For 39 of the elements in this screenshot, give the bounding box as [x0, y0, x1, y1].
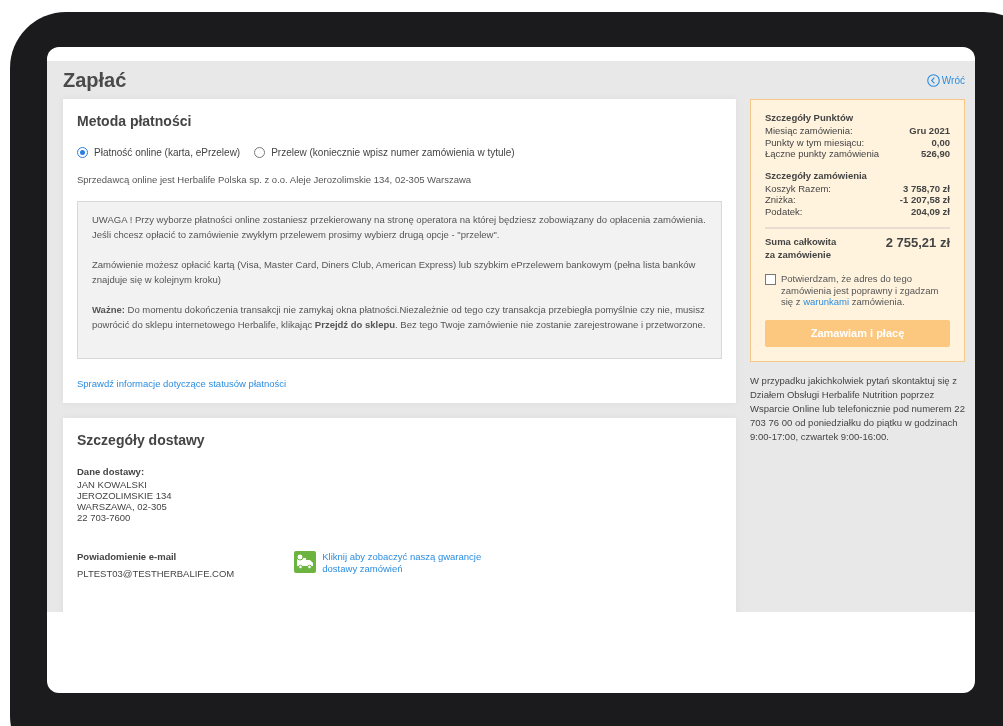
address-line: JAN KOWALSKI	[77, 479, 148, 490]
summary-heading: Szczegóły zamówienia	[765, 169, 868, 181]
summary-value: 204,09 zł	[910, 205, 950, 217]
address-line: 22 703-7600	[77, 512, 132, 523]
truck-icon	[294, 551, 317, 573]
notice-paragraph: Zamówienie możesz opłacić kartą (Visa, Master Card, Diners Club, American Express) lub szybkim ePrzelewem bankowym (pełna lista banków znajduje się w kolejnym kroku)	[92, 258, 697, 287]
summary-label: Łączne punkty zamówienia	[765, 148, 880, 160]
seller-info: Sprzedawcą online jest Herbalife Polska sp. z o.o. Aleje Jerozolimskie 134, 02-305 Warszawa	[77, 174, 473, 185]
back-link[interactable]: Wróć	[926, 73, 965, 87]
address-label: Dane dostawy:	[77, 466, 146, 477]
address-line: WARSZAWA, 02-305	[77, 501, 168, 512]
summary-label: Punkty w tym miesiącu:	[765, 136, 865, 148]
summary-value: 526,90	[920, 148, 950, 160]
summary-value: 3 758,70 zł	[903, 182, 950, 194]
chevron-left-icon	[926, 73, 940, 87]
status-link[interactable]: Sprawdź informacje dotyczące statusów płatności	[77, 378, 287, 389]
section-title: Szczegóły dostawy	[77, 432, 206, 448]
summary-label: Zniżka:	[765, 194, 796, 206]
address-line: JEROZOLIMSKIE 134	[77, 490, 173, 501]
summary-label: Podatek:	[765, 205, 803, 217]
total-value: 2 755,21 zł	[885, 235, 950, 252]
page-title: Zapłać	[63, 68, 127, 92]
summary-label: Miesiąc zamówienia:	[765, 125, 853, 137]
notice-paragraph: Ważne: Do momentu dokończenia transakcji nie zamykaj okna płatności.Niezależnie od tego czy transakcja przebiegła pomyślnie czy nie, musisz powrócić do sklepu internetowego Herbalife, klikając Przejdź do sklepu. Bez tego Twoje zamówienie nie zostanie zarejestrowane i przetworzone.	[92, 303, 707, 332]
confirm-text: Potwierdzam, że adres do tego zamówienia jest poprawny i zgadzam się z warunkami zamówienia.	[781, 273, 940, 308]
terms-link[interactable]: warunkami	[803, 296, 850, 307]
summary-heading: Szczegóły Punktów	[765, 112, 855, 123]
email-value: PLTEST03@TESTHERBALIFE.COM	[77, 568, 235, 579]
email-label: Powiadomienie e-mail	[77, 551, 178, 562]
notice-paragraph: UWAGA ! Przy wyborze płatności online zostaniesz przekierowany na stronę operatora na której będziesz zobowiązany do opłacenia zamówienia. Jeśli chcesz opłacić to zamówienie zwykłym przelewem prosimy wybierz drugą opcje - "przelew".	[92, 213, 707, 242]
section-title: Metoda płatności	[77, 113, 193, 129]
checkbox[interactable]	[765, 274, 776, 285]
summary-value: -1 207,58 zł	[899, 194, 950, 206]
summary-value: 0,00	[931, 136, 950, 148]
summary-value: Gru 2021	[909, 125, 950, 137]
total-label: Suma całkowita za zamówienie	[765, 235, 838, 261]
contact-info: W przypadku jakichkolwiek pytań skontaktuj się z Działem Obsługi Herbalife Nutrition poprzez Wsparcie Online lub telefonicznie pod numerem 22 703 76 00 od poniedziałku do piątku w godzinach 9:00-17:00, czwartek 9:00-16:00.	[750, 373, 965, 444]
guarantee-link[interactable]: Kliknij aby zobaczyć naszą gwarancje dostawy zamówień	[322, 551, 493, 575]
summary-label: Koszyk Razem:	[765, 182, 831, 194]
